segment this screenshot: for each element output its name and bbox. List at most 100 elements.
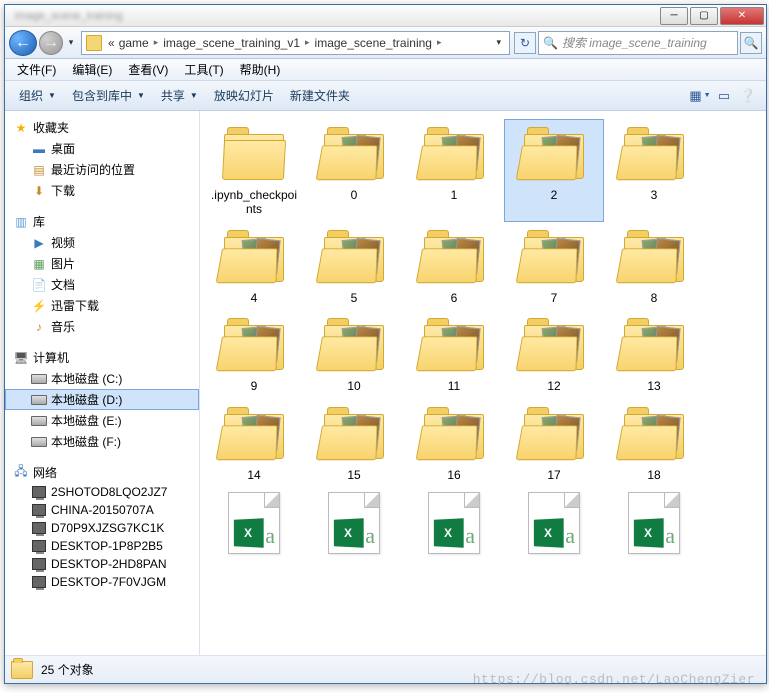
item-label: 10 <box>347 379 360 393</box>
file-item[interactable]: 4 <box>204 222 304 310</box>
file-item[interactable]: 1 <box>404 119 504 222</box>
sidebar-item-disk-f[interactable]: 本地磁盘 (F:) <box>5 431 199 452</box>
file-item[interactable]: 16 <box>404 399 504 487</box>
file-item[interactable]: Xa <box>304 487 404 563</box>
file-item[interactable]: 14 <box>204 399 304 487</box>
item-label: 17 <box>547 468 560 482</box>
sidebar-item-videos[interactable]: ▶视频 <box>5 232 199 253</box>
status-count: 25 个对象 <box>41 661 94 678</box>
favorites-header[interactable]: ★收藏夹 <box>5 117 199 138</box>
file-item[interactable]: .ipynb_checkpoints <box>204 119 304 222</box>
sidebar-item-recent[interactable]: ▤最近访问的位置 <box>5 159 199 180</box>
maximize-button[interactable]: ▢ <box>690 7 718 25</box>
file-item[interactable]: 18 <box>604 399 704 487</box>
excel-file-icon: Xa <box>428 492 480 554</box>
sidebar-item-net-4[interactable]: DESKTOP-2HD8PAN <box>5 555 199 573</box>
file-item[interactable]: 3 <box>604 119 704 222</box>
breadcrumb-training[interactable]: image_scene_training <box>313 36 434 50</box>
item-label: 12 <box>547 379 560 393</box>
network-header[interactable]: 🖧网络 <box>5 462 199 483</box>
file-item[interactable]: 12 <box>504 310 604 398</box>
sidebar-item-disk-d[interactable]: 本地磁盘 (D:) <box>5 389 199 410</box>
sidebar-item-disk-e[interactable]: 本地磁盘 (E:) <box>5 410 199 431</box>
folder-thumb-icon <box>619 315 689 375</box>
folder-thumb-icon <box>619 404 689 464</box>
file-item[interactable]: 2 <box>504 119 604 222</box>
sidebar-item-net-1[interactable]: CHINA-20150707A <box>5 501 199 519</box>
sidebar-item-documents[interactable]: 📄文档 <box>5 274 199 295</box>
search-placeholder: 搜索 image_scene_training <box>562 34 707 51</box>
organize-button[interactable]: 组织▼ <box>11 83 64 108</box>
sidebar-item-pictures[interactable]: ▦图片 <box>5 253 199 274</box>
sidebar-item-thunder[interactable]: ⚡迅雷下载 <box>5 295 199 316</box>
items-view[interactable]: .ipynb_checkpoints0123456789101112131415… <box>200 111 766 655</box>
menu-view[interactable]: 查看(V) <box>120 59 176 80</box>
sidebar-item-desktop[interactable]: ▬桌面 <box>5 138 199 159</box>
breadcrumb-game[interactable]: game <box>117 36 151 50</box>
favorites-group: ★收藏夹 ▬桌面 ▤最近访问的位置 ⬇下载 <box>5 117 199 201</box>
history-dropdown[interactable]: ▾ <box>65 37 77 48</box>
computer-header[interactable]: 🖥计算机 <box>5 347 199 368</box>
sidebar-item-net-5[interactable]: DESKTOP-7F0VJGM <box>5 573 199 591</box>
file-item[interactable]: 8 <box>604 222 704 310</box>
file-item[interactable]: 15 <box>304 399 404 487</box>
view-options-button[interactable]: ▦▼ <box>688 85 712 107</box>
network-icon: 🖧 <box>13 465 29 481</box>
breadcrumb-root[interactable]: « <box>106 36 117 50</box>
file-item[interactable]: 5 <box>304 222 404 310</box>
folder-thumb-icon <box>419 315 489 375</box>
sidebar-item-net-2[interactable]: D70P9XJZSG7KC1K <box>5 519 199 537</box>
file-item[interactable]: 17 <box>504 399 604 487</box>
item-label: 16 <box>447 468 460 482</box>
file-item[interactable]: Xa <box>204 487 304 563</box>
include-library-button[interactable]: 包含到库中▼ <box>64 83 153 108</box>
sidebar-item-music[interactable]: ♪音乐 <box>5 316 199 337</box>
file-item[interactable]: Xa <box>604 487 704 563</box>
file-item[interactable]: 13 <box>604 310 704 398</box>
search-go-button[interactable]: 🔍 <box>740 32 762 54</box>
minimize-button[interactable]: ─ <box>660 7 688 25</box>
back-button[interactable]: ← <box>9 30 37 56</box>
libraries-header[interactable]: ▥库 <box>5 211 199 232</box>
sidebar-item-disk-c[interactable]: 本地磁盘 (C:) <box>5 368 199 389</box>
preview-pane-button[interactable]: ▭ <box>712 85 736 107</box>
folder-thumb-icon <box>419 124 489 184</box>
picture-icon: ▦ <box>31 257 47 271</box>
desktop-icon: ▬ <box>31 142 47 156</box>
file-item[interactable]: 10 <box>304 310 404 398</box>
menu-tools[interactable]: 工具(T) <box>176 59 231 80</box>
menu-help[interactable]: 帮助(H) <box>232 59 289 80</box>
new-folder-button[interactable]: 新建文件夹 <box>282 83 358 108</box>
file-item[interactable]: 7 <box>504 222 604 310</box>
breadcrumb-v1[interactable]: image_scene_training_v1 <box>161 36 302 50</box>
address-bar[interactable]: « game ▸ image_scene_training_v1 ▸ image… <box>81 31 510 55</box>
video-icon: ▶ <box>31 236 47 250</box>
folder-icon <box>11 661 33 679</box>
address-dropdown[interactable]: ▾ <box>492 37 505 48</box>
file-item[interactable]: 0 <box>304 119 404 222</box>
file-item[interactable]: 9 <box>204 310 304 398</box>
refresh-button[interactable]: ↻ <box>514 32 536 54</box>
forward-button[interactable]: → <box>39 31 63 55</box>
folder-thumb-icon <box>419 404 489 464</box>
slideshow-button[interactable]: 放映幻灯片 <box>206 83 282 108</box>
library-icon: ▥ <box>13 214 29 230</box>
sidebar-item-net-0[interactable]: 2SHOTOD8LQO2JZ7 <box>5 483 199 501</box>
excel-file-icon: Xa <box>628 492 680 554</box>
search-input[interactable]: 🔍 搜索 image_scene_training <box>538 31 738 55</box>
menu-file[interactable]: 文件(F) <box>9 59 64 80</box>
menu-edit[interactable]: 编辑(E) <box>64 59 120 80</box>
folder-thumb-icon <box>219 404 289 464</box>
file-item[interactable]: Xa <box>504 487 604 563</box>
sidebar-item-downloads[interactable]: ⬇下载 <box>5 180 199 201</box>
share-button[interactable]: 共享▼ <box>153 83 206 108</box>
file-item[interactable]: 11 <box>404 310 504 398</box>
close-button[interactable]: ✕ <box>720 7 764 25</box>
sidebar-item-net-3[interactable]: DESKTOP-1P8P2B5 <box>5 537 199 555</box>
help-button[interactable]: ❔ <box>736 85 760 107</box>
file-item[interactable]: 6 <box>404 222 504 310</box>
folder-thumb-icon <box>619 124 689 184</box>
item-label: 1 <box>451 188 458 202</box>
item-label: 8 <box>651 291 658 305</box>
file-item[interactable]: Xa <box>404 487 504 563</box>
